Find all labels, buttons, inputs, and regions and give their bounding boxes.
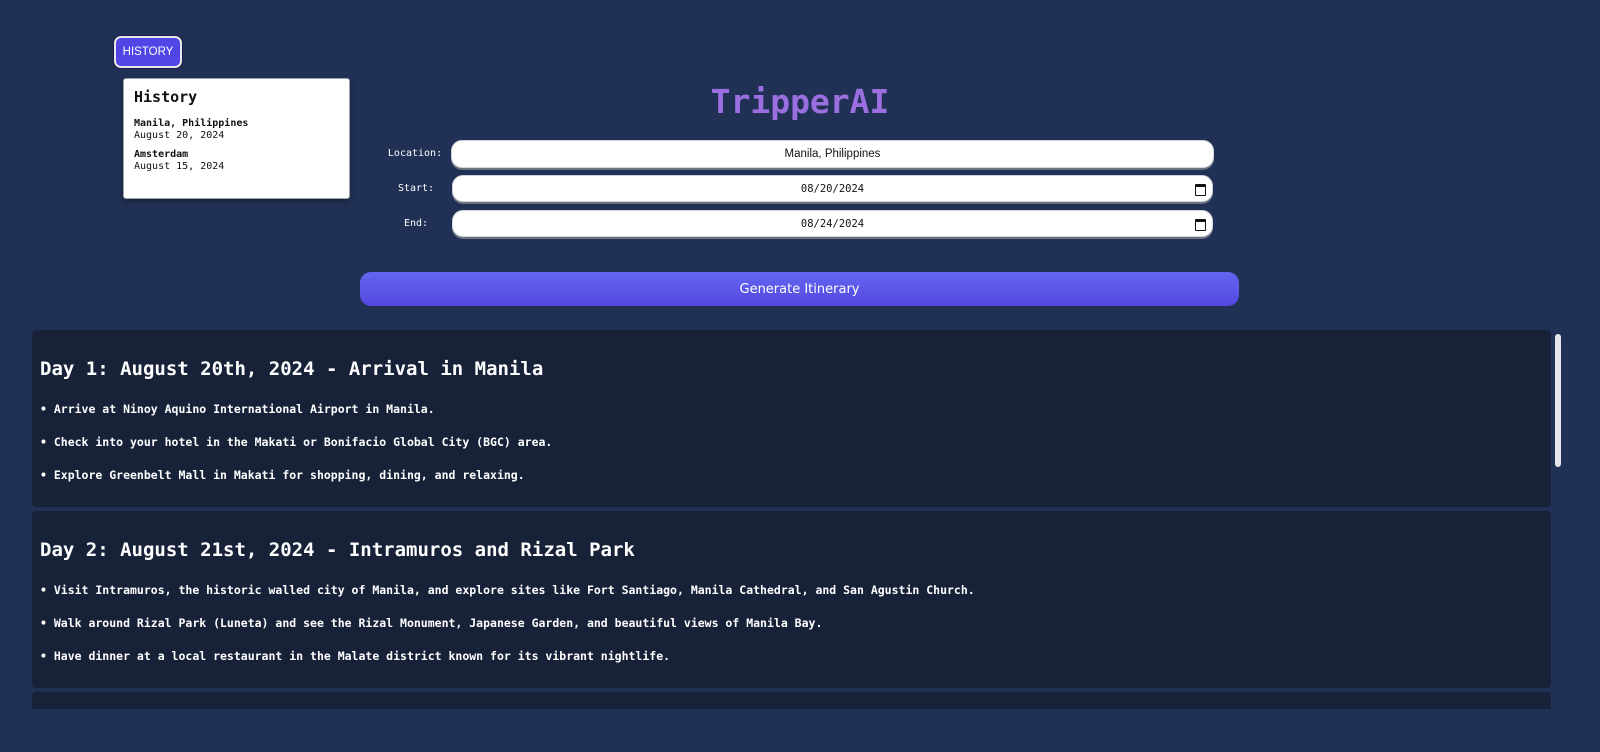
- history-button[interactable]: HISTORY: [114, 36, 182, 68]
- history-title: History: [134, 88, 198, 106]
- history-entry[interactable]: Manila, Philippines August 20, 2024: [134, 118, 339, 142]
- day-item: • Walk around Rizal Park (Luneta) and se…: [40, 616, 823, 630]
- day-item: • Check into your hotel in the Makati or…: [40, 435, 553, 449]
- day-item: • Visit Intramuros, the historic walled …: [40, 583, 975, 597]
- day-card: [32, 692, 1551, 709]
- history-entry-location: Manila, Philippines: [134, 118, 249, 129]
- app-title: TripperAI: [710, 82, 890, 121]
- day-item: • Arrive at Ninoy Aquino International A…: [40, 402, 435, 416]
- start-date-input[interactable]: 08/20/2024: [452, 175, 1213, 202]
- location-label: Location:: [387, 148, 443, 159]
- end-date-input[interactable]: 08/24/2024: [452, 210, 1213, 237]
- day-title: Day 2: August 21st, 2024 - Intramuros an…: [40, 539, 635, 561]
- history-entry-date: August 20, 2024: [134, 130, 225, 141]
- day-card: Day 1: August 20th, 2024 - Arrival in Ma…: [32, 330, 1551, 507]
- day-item: • Explore Greenbelt Mall in Makati for s…: [40, 468, 525, 482]
- start-date-value: 08/20/2024: [800, 182, 865, 195]
- history-entry-date: August 15, 2024: [134, 161, 225, 172]
- location-value: Manila, Philippines: [784, 148, 881, 160]
- location-input[interactable]: Manila, Philippines: [451, 140, 1214, 168]
- itinerary-panel[interactable]: Day 1: August 20th, 2024 - Arrival in Ma…: [32, 330, 1551, 709]
- generate-itinerary-button[interactable]: Generate Itinerary: [360, 272, 1239, 306]
- calendar-icon[interactable]: [1195, 219, 1206, 231]
- history-entry[interactable]: Amsterdam August 15, 2024: [134, 149, 339, 173]
- history-panel: History Manila, Philippines August 20, 2…: [123, 78, 350, 199]
- day-item: • Have dinner at a local restaurant in t…: [40, 649, 671, 663]
- history-entry-location: Amsterdam: [134, 149, 189, 160]
- day-title: Day 1: August 20th, 2024 - Arrival in Ma…: [40, 358, 544, 380]
- itinerary-scrollbar[interactable]: [1555, 334, 1561, 467]
- day-card: Day 2: August 21st, 2024 - Intramuros an…: [32, 511, 1551, 688]
- start-label: Start:: [397, 183, 435, 194]
- tripper-app: HISTORY History Manila, Philippines Augu…: [0, 0, 1600, 752]
- calendar-icon[interactable]: [1195, 184, 1206, 196]
- end-label: End:: [403, 218, 429, 229]
- end-date-value: 08/24/2024: [800, 217, 865, 230]
